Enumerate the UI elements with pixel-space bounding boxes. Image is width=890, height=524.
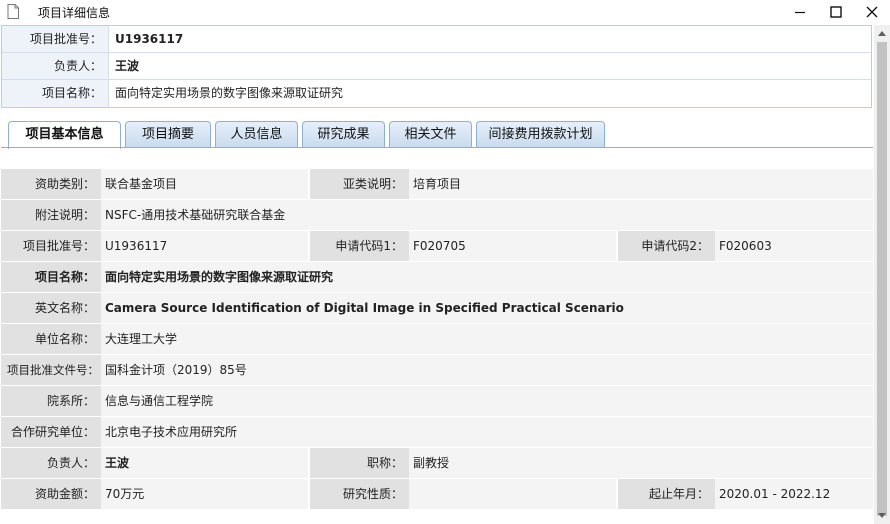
title-value: 副教授 — [409, 448, 873, 478]
tab-indirect-funding[interactable]: 间接费用拨款计划 — [476, 121, 605, 147]
detail-row: 院系所： 信息与通信工程学院 — [1, 386, 873, 417]
detail-row: 单位名称： 大连理工大学 — [1, 324, 873, 355]
detail-row: 项目名称： 面向特定实用场景的数字图像来源取证研究 — [1, 262, 873, 293]
english-name-value: Camera Source Identification of Digital … — [101, 293, 873, 323]
tab-bar: 项目基本信息 项目摘要 人员信息 研究成果 相关文件 间接费用拨款计划 — [8, 121, 609, 149]
header-row-approval-no: 项目批准号： U1936117 — [2, 26, 871, 53]
arrow-up-icon — [878, 31, 886, 36]
subtype-value: 培育项目 — [409, 169, 873, 199]
nature-label: 研究性质： — [308, 479, 409, 509]
header-info-table: 项目批准号： U1936117 负责人： 王波 项目名称： 面向特定实用场景的数… — [1, 25, 872, 108]
close-icon — [866, 6, 878, 18]
minimize-icon — [795, 11, 805, 14]
unit-label: 单位名称： — [1, 324, 101, 354]
period-value: 2020.01 - 2022.12 — [715, 479, 873, 509]
unit-value: 大连理工大学 — [101, 324, 873, 354]
title-label: 职称： — [308, 448, 409, 478]
detail-row: 附注说明： NSFC-通用技术基础研究联合基金 — [1, 200, 873, 231]
pi-label: 负责人： — [1, 448, 101, 478]
department-label: 院系所： — [1, 386, 101, 416]
header-label: 负责人： — [2, 53, 109, 79]
tab-abstract[interactable]: 项目摘要 — [125, 121, 211, 147]
nature-value — [409, 479, 616, 509]
pi-value: 王波 — [101, 448, 308, 478]
header-label: 项目名称： — [2, 80, 109, 107]
header-row-project-name: 项目名称： 面向特定实用场景的数字图像来源取证研究 — [2, 80, 871, 107]
apply-code2-value: F020603 — [715, 231, 873, 261]
detail-row: 资助类别： 联合基金项目 亚类说明： 培育项目 — [1, 169, 873, 200]
window-title: 项目详细信息 — [38, 5, 111, 20]
amount-value: 70万元 — [101, 479, 308, 509]
amount-label: 资助金额： — [1, 479, 101, 509]
approval-doc-value: 国科金计项（2019）85号 — [101, 355, 873, 385]
header-value: U1936117 — [109, 26, 871, 52]
header-label: 项目批准号： — [2, 26, 109, 52]
vertical-scrollbar[interactable] — [874, 25, 890, 524]
department-value: 信息与通信工程学院 — [101, 386, 873, 416]
header-value: 王波 — [109, 53, 871, 79]
tab-files[interactable]: 相关文件 — [389, 121, 472, 147]
document-icon — [7, 4, 21, 20]
tab-personnel[interactable]: 人员信息 — [215, 121, 298, 147]
project-name-label: 项目名称： — [1, 262, 101, 292]
period-label: 起止年月： — [616, 479, 715, 509]
maximize-icon — [830, 6, 842, 18]
detail-row: 合作研究单位： 北京电子技术应用研究所 — [1, 417, 873, 448]
header-value: 面向特定实用场景的数字图像来源取证研究 — [109, 80, 871, 107]
english-name-label: 英文名称： — [1, 293, 101, 323]
approval-no-value: U1936117 — [101, 231, 308, 261]
close-button[interactable] — [854, 0, 890, 24]
maximize-button[interactable] — [818, 0, 854, 24]
apply-code1-value: F020705 — [409, 231, 616, 261]
approval-doc-label: 项目批准文件号： — [1, 355, 101, 385]
detail-row: 项目批准号： U1936117 申请代码1： F020705 申请代码2： F0… — [1, 231, 873, 262]
apply-code1-label: 申请代码1： — [308, 231, 409, 261]
detail-row: 负责人： 王波 职称： 副教授 — [1, 448, 873, 479]
scroll-down-button[interactable] — [874, 508, 890, 524]
header-row-pi: 负责人： 王波 — [2, 53, 871, 80]
subtype-label: 亚类说明： — [308, 169, 409, 199]
funding-type-label: 资助类别： — [1, 169, 101, 199]
tab-results[interactable]: 研究成果 — [302, 121, 385, 147]
tab-basic-info[interactable]: 项目基本信息 — [8, 121, 121, 149]
note-label: 附注说明： — [1, 200, 101, 230]
detail-row: 项目批准文件号： 国科金计项（2019）85号 — [1, 355, 873, 386]
partner-label: 合作研究单位： — [1, 417, 101, 447]
title-bar: 项目详细信息 — [0, 0, 890, 24]
scrollbar-thumb[interactable] — [877, 42, 887, 516]
project-name-value: 面向特定实用场景的数字图像来源取证研究 — [101, 262, 873, 292]
approval-no-label: 项目批准号： — [1, 231, 101, 261]
funding-type-value: 联合基金项目 — [101, 169, 308, 199]
detail-row: 资助金额： 70万元 研究性质： 起止年月： 2020.01 - 2022.12 — [1, 479, 873, 510]
minimize-button[interactable] — [782, 0, 818, 24]
note-value: NSFC-通用技术基础研究联合基金 — [101, 200, 873, 230]
details-grid: 资助类别： 联合基金项目 亚类说明： 培育项目 附注说明： NSFC-通用技术基… — [1, 169, 873, 510]
tab-divider — [1, 147, 873, 148]
apply-code2-label: 申请代码2： — [616, 231, 715, 261]
partner-value: 北京电子技术应用研究所 — [101, 417, 873, 447]
detail-row: 英文名称： Camera Source Identification of Di… — [1, 293, 873, 324]
arrow-down-icon — [878, 513, 886, 518]
scroll-up-button[interactable] — [874, 25, 890, 41]
